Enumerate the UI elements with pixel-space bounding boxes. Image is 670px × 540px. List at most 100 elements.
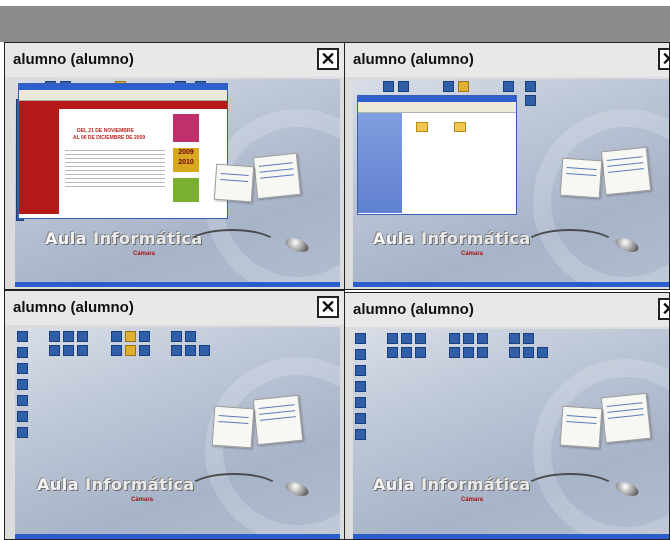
desktop-icon [443,81,454,92]
desktop-icon [17,379,28,390]
camara-logo: Cámara [461,251,484,257]
desktop-icon [355,333,366,344]
desktop-icon [171,345,182,356]
desktop-icon [355,397,366,408]
desktop-icon [387,333,398,344]
explorer-task-pane [358,113,402,213]
camara-logo: Cámara [131,497,154,503]
desktop-icon [17,411,28,422]
panel-title: alumno (alumno) [353,51,474,68]
desktop-icon [355,381,366,392]
desktop-icon [523,333,534,344]
desktop-icon [355,349,366,360]
panel-title-bar: alumno (alumno) ✕ [345,43,669,77]
close-button[interactable]: ✕ [658,48,669,70]
desktop-icon [401,333,412,344]
browser-window[interactable]: DEL 21 DE NOVIEMBRE AL 06 DE DICIEMBRE D… [18,83,228,219]
desktop-brand: Aula Informática [373,475,531,494]
camara-logo: Cámara [133,251,156,257]
panel-title-bar: alumno (alumno) ✕ [345,293,669,327]
panel-title-bar: alumno (alumno) ✕ [5,291,344,325]
desktop-icon [17,331,28,342]
panel-title: alumno (alumno) [353,301,474,318]
headline-line-2: AL 06 DE DICIEMBRE DE 2009 [73,135,146,141]
panel-title: alumno (alumno) [13,51,134,68]
desktop-note-paper [252,394,304,446]
desktop-icon [49,345,60,356]
remote-taskbar [15,534,340,539]
desktop-icon [63,345,74,356]
desktop-icon [17,395,28,406]
desktop-icon [185,345,196,356]
desktop-note-paper [211,405,255,449]
year-badge: 2009 2010 [173,148,199,172]
remote-taskbar [353,282,669,287]
desktop-icon [477,333,488,344]
desktop-icon [525,81,536,92]
remote-screen-panel-2[interactable]: alumno (alumno) ✕ Aula Informática Cámar… [344,42,670,290]
remote-screen-panel-4[interactable]: alumno (alumno) ✕ Aula Informática Cámar… [344,292,670,540]
desktop-icon [525,95,536,106]
desktop-icon [125,345,136,356]
desktop-icon [458,81,469,92]
folder-icon [416,122,428,132]
remote-desktop-thumbnail[interactable]: Aula Informática Cámara [353,329,669,539]
desktop-icon [415,333,426,344]
remote-screen-panel-3[interactable]: alumno (alumno) ✕ Aula Informática Cámar… [4,290,345,540]
desktop-icon [199,345,210,356]
close-icon: ✕ [661,300,669,318]
close-icon: ✕ [320,49,336,69]
desktop-icon [185,331,196,342]
headline-line-1: DEL 21 DE NOVIEMBRE [77,128,134,134]
desktop-icon [463,333,474,344]
desktop-icon [139,331,150,342]
remote-desktop-thumbnail[interactable]: Aula Informática Cámara [15,327,340,539]
desktop-note-paper [600,392,652,444]
explorer-window[interactable] [357,95,517,215]
desktop-icon [77,331,88,342]
desktop-icon [509,347,520,358]
desktop-icon [415,347,426,358]
remote-desktop-thumbnail[interactable]: Aula Informática Cámara [353,79,669,287]
desktop-icon [449,347,460,358]
desktop-icon [17,427,28,438]
desktop-note-paper [600,146,652,196]
desktop-icon [77,345,88,356]
remote-desktop-thumbnail[interactable]: DEL 21 DE NOVIEMBRE AL 06 DE DICIEMBRE D… [15,79,340,287]
desktop-icon [355,429,366,440]
desktop-icon [537,347,548,358]
desktop-icon [477,347,488,358]
desktop-brand: Aula Informática [373,229,531,248]
desktop-icon [125,331,136,342]
desktop-icon [509,333,520,344]
close-button[interactable]: ✕ [658,298,669,320]
desktop-icon [401,347,412,358]
close-icon: ✕ [320,297,336,317]
desktop-icon [111,345,122,356]
desktop-icon [63,331,74,342]
wallpaper-swirl [533,359,669,539]
close-button[interactable]: ✕ [317,48,339,70]
site-header [19,101,227,109]
remote-taskbar [353,534,669,539]
camara-logo: Cámara [461,497,484,503]
desktop-icon [17,363,28,374]
mouse-cable [185,229,279,263]
desktop-icon [398,81,409,92]
desktop-icon [171,331,182,342]
panel-title-bar: alumno (alumno) ✕ [5,43,344,77]
desktop-brand: Aula Informática [45,229,203,248]
desktop-icon [463,347,474,358]
wallpaper-swirl [205,357,340,539]
desktop-note-paper [559,405,603,449]
remote-screen-panel-1[interactable]: alumno (alumno) ✕ DEL 21 DE NOVIEMBRE AL… [4,42,345,290]
site-sidebar [19,109,59,214]
mouse-cable [523,473,617,507]
desktop-icon [139,345,150,356]
logo-box [173,178,199,202]
close-button[interactable]: ✕ [317,296,339,318]
desktop-icon [503,81,514,92]
window-menubar [19,90,227,101]
promo-box [173,114,199,142]
desktop-note-paper [213,163,255,203]
